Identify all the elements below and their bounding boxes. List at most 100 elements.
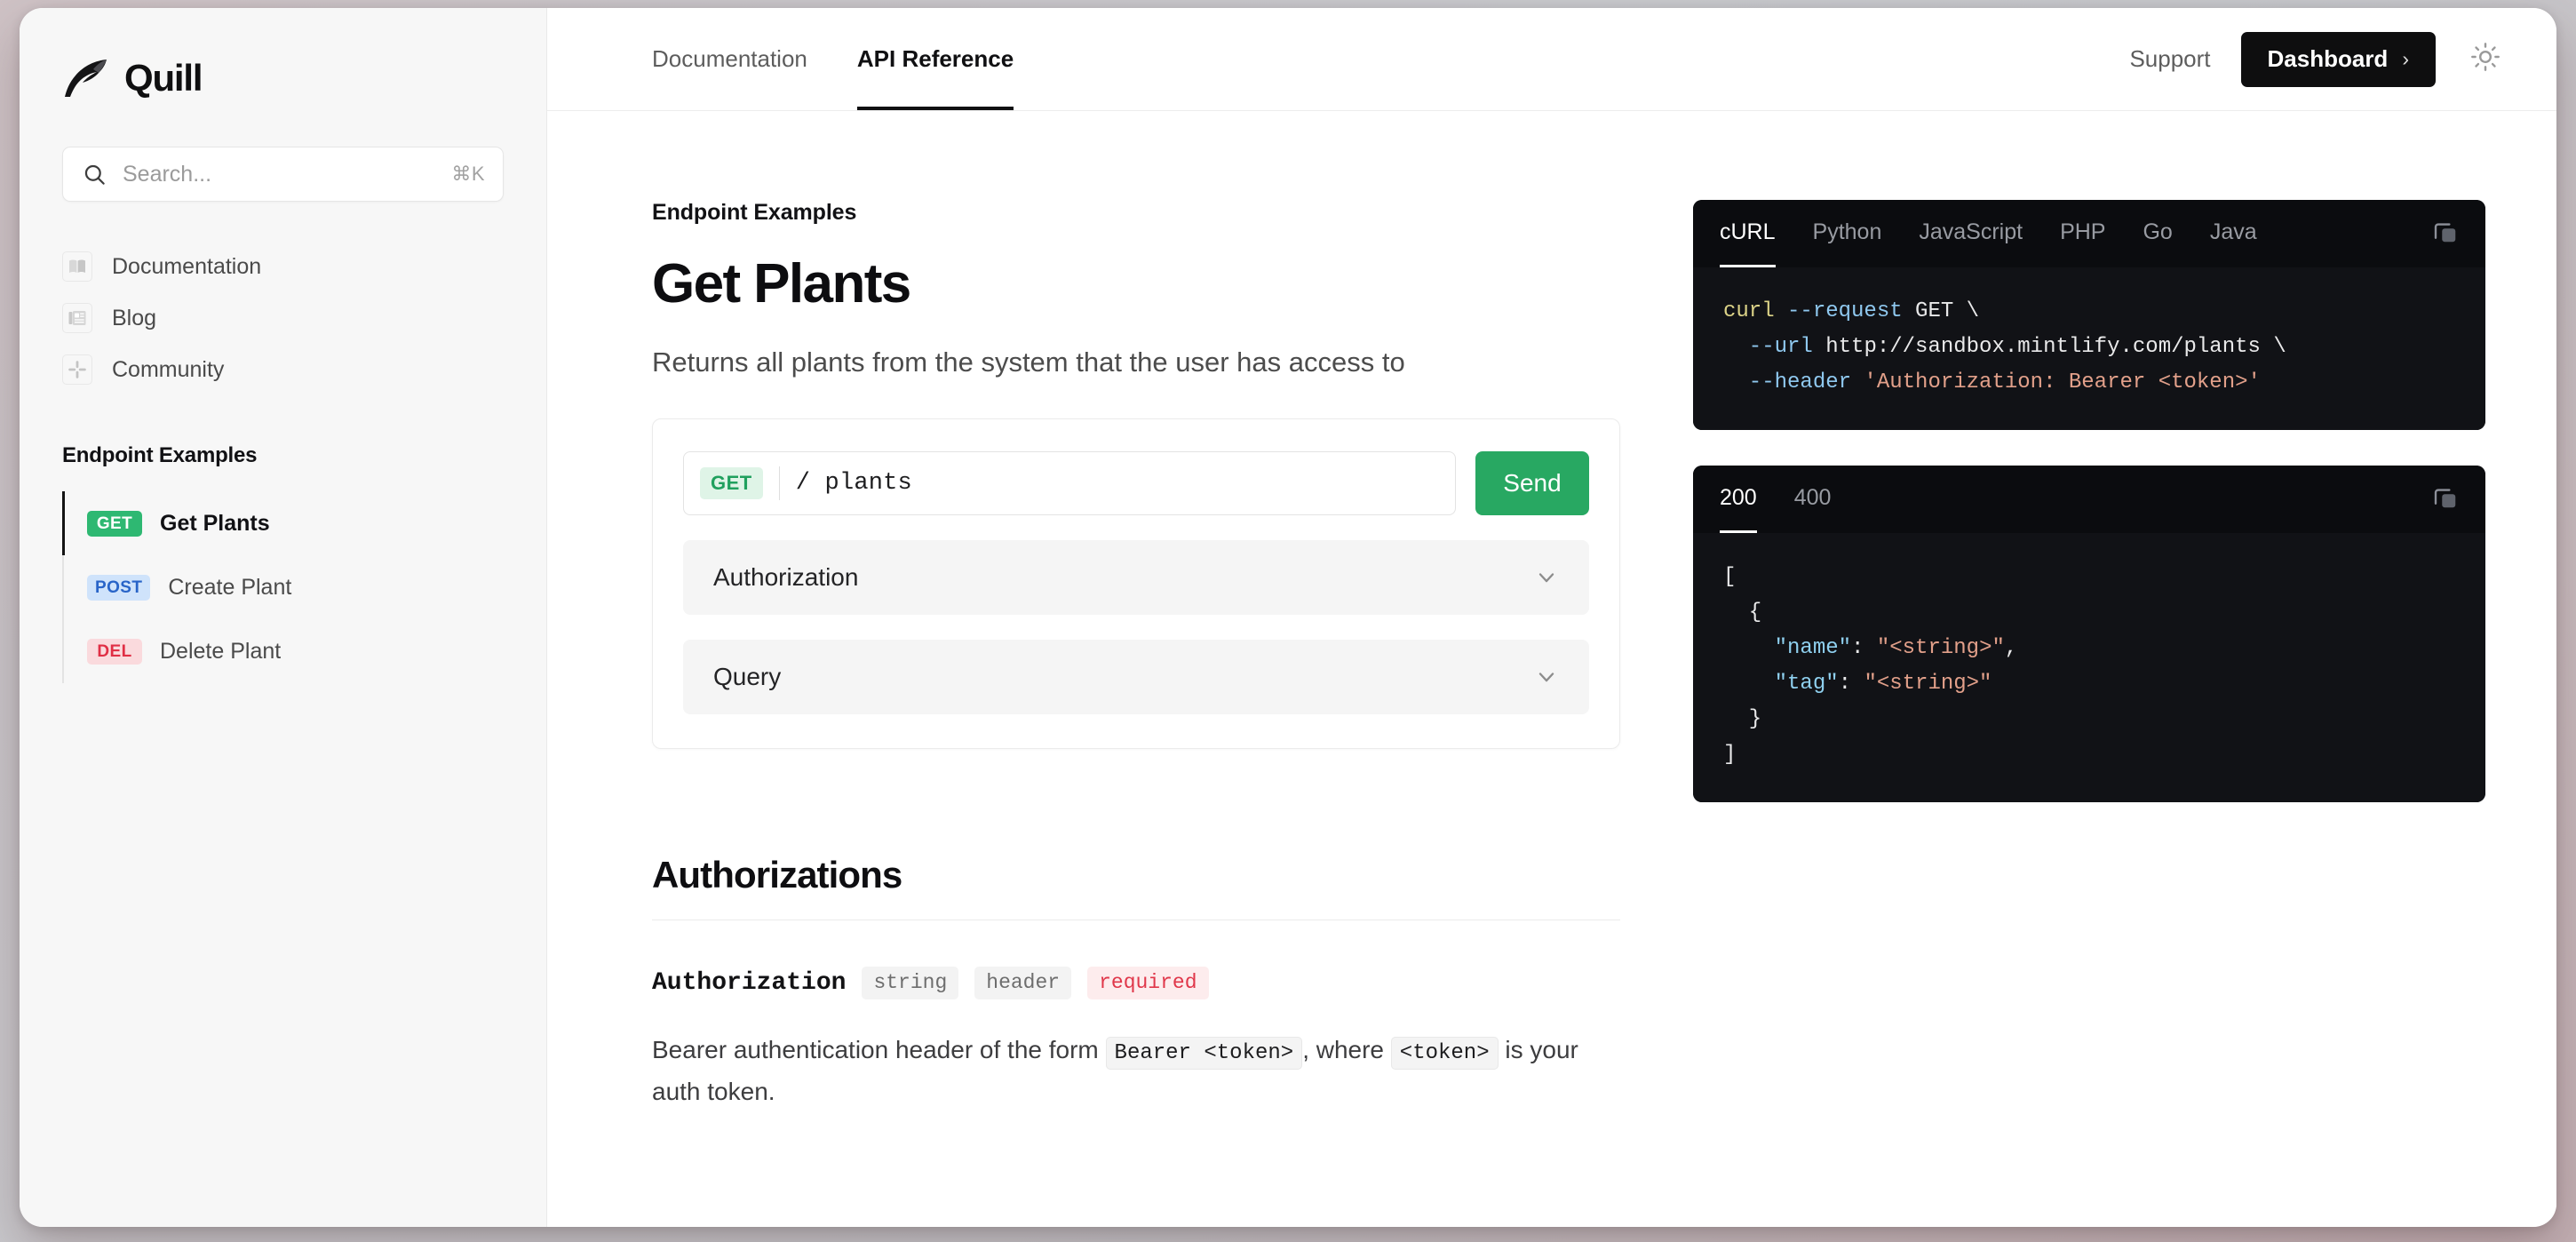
json-token-punct: [: [1723, 565, 1736, 589]
code-tab-label: cURL: [1720, 219, 1776, 245]
book-icon: [62, 251, 92, 282]
newspaper-icon: [62, 303, 92, 333]
top-tabs: Documentation API Reference: [652, 8, 1014, 110]
code-tab-label: Go: [2143, 219, 2172, 245]
sun-icon: [2470, 42, 2500, 76]
sidebar-item-label: Blog: [112, 306, 156, 331]
code-tab-php[interactable]: PHP: [2060, 200, 2105, 267]
json-token-punct: ,: [2005, 636, 2017, 660]
code-token-text: http://sandbox.mintlify.com/plants \: [1813, 335, 2286, 359]
response-tab-label: 400: [1794, 485, 1832, 511]
playground-method-badge: GET: [700, 467, 763, 499]
divider: [779, 466, 780, 500]
endpoint-label: Delete Plant: [160, 639, 281, 665]
response-status-tabs: 200 400: [1693, 466, 2485, 533]
accordion-query[interactable]: Query: [683, 640, 1589, 714]
param-location-badge: header: [974, 967, 1071, 999]
tab-label: API Reference: [857, 45, 1014, 73]
inline-code-token: <token>: [1391, 1037, 1499, 1070]
accordion-label: Query: [713, 663, 781, 691]
code-column: cURL Python JavaScript PHP Go Java: [1631, 111, 2556, 1227]
dashboard-button[interactable]: Dashboard ›: [2241, 32, 2436, 87]
json-token-key: "tag": [1723, 672, 1839, 696]
send-button[interactable]: Send: [1475, 451, 1589, 515]
search-shortcut-hint: ⌘K: [451, 163, 485, 186]
dashboard-button-label: Dashboard: [2268, 45, 2389, 73]
code-tab-javascript[interactable]: JavaScript: [1919, 200, 2023, 267]
chevron-down-icon: [1534, 665, 1559, 689]
brand-logo-area[interactable]: Quill: [20, 8, 546, 106]
endpoint-label: Create Plant: [168, 575, 291, 601]
quill-feather-icon: [62, 58, 112, 99]
parameter-description: Bearer authentication header of the form…: [652, 1030, 1620, 1111]
response-tab-200[interactable]: 200: [1720, 466, 1757, 533]
response-tab-label: 200: [1720, 485, 1757, 511]
sidebar-endpoint-create-plant[interactable]: POST Create Plant: [62, 555, 546, 619]
endpoint-label: Get Plants: [160, 511, 270, 537]
sidebar-endpoint-get-plants[interactable]: GET Get Plants: [62, 491, 546, 555]
endpoint-path: / plants: [796, 470, 912, 497]
slack-icon: [62, 354, 92, 385]
doc-column: Endpoint Examples Get Plants Returns all…: [547, 111, 1631, 1227]
support-link[interactable]: Support: [2129, 45, 2210, 73]
page-subtitle: Returns all plants from the system that …: [652, 344, 1631, 381]
tab-documentation[interactable]: Documentation: [652, 8, 807, 110]
page-title: Get Plants: [652, 252, 1631, 315]
copy-response-button[interactable]: [2432, 466, 2459, 533]
param-required-badge: required: [1087, 967, 1208, 999]
inline-code-bearer-token: Bearer <token>: [1106, 1037, 1303, 1070]
breadcrumb: Endpoint Examples: [652, 200, 1631, 226]
authorizations-section: Authorizations Authorization string head…: [652, 854, 1620, 1111]
copy-request-button[interactable]: [2432, 200, 2459, 267]
json-token-punct: :: [1839, 672, 1864, 696]
sidebar-endpoint-delete-plant[interactable]: DEL Delete Plant: [62, 619, 546, 683]
top-actions: Support Dashboard ›: [2129, 8, 2505, 110]
json-token-punct: :: [1851, 636, 1877, 660]
code-tab-java[interactable]: Java: [2210, 200, 2257, 267]
browser-window: Quill Search... ⌘K Documentation: [20, 8, 2556, 1227]
accordion-label: Authorization: [713, 563, 858, 592]
code-token-flag: --url: [1723, 335, 1813, 359]
json-token-key: "name": [1723, 636, 1851, 660]
request-code-body: curl --request GET \ --url http://sandbo…: [1693, 267, 2485, 430]
code-token-string: 'Authorization: Bearer <token>': [1851, 370, 2261, 394]
primary-nav: Documentation Blog: [20, 241, 546, 395]
search-icon: [83, 163, 107, 187]
tab-api-reference[interactable]: API Reference: [857, 8, 1014, 110]
json-token-value: "<string>": [1864, 672, 1992, 696]
parameter-header: Authorization string header required: [652, 967, 1620, 999]
code-tab-label: JavaScript: [1919, 219, 2023, 245]
sidebar-item-blog[interactable]: Blog: [62, 292, 504, 344]
copy-icon: [2432, 219, 2459, 250]
request-language-tabs: cURL Python JavaScript PHP Go Java: [1693, 200, 2485, 267]
desc-text-2: , where: [1302, 1036, 1384, 1063]
code-tab-python[interactable]: Python: [1813, 200, 1882, 267]
code-tab-label: Java: [2210, 219, 2257, 245]
method-badge: GET: [87, 511, 142, 537]
send-button-label: Send: [1503, 469, 1561, 498]
content-area: Endpoint Examples Get Plants Returns all…: [547, 111, 2556, 1227]
playground-request-row: GET / plants Send: [683, 451, 1589, 515]
request-code-panel: cURL Python JavaScript PHP Go Java: [1693, 200, 2485, 430]
sidebar: Quill Search... ⌘K Documentation: [20, 8, 547, 1227]
code-token-flag: --header: [1723, 370, 1851, 394]
json-token-value: "<string>": [1877, 636, 2005, 660]
sidebar-item-documentation[interactable]: Documentation: [62, 241, 504, 292]
code-tab-go[interactable]: Go: [2143, 200, 2172, 267]
json-token-punct: }: [1723, 707, 1761, 731]
accordion-authorization[interactable]: Authorization: [683, 540, 1589, 615]
sidebar-item-community[interactable]: Community: [62, 344, 504, 395]
code-token-flag: --request: [1775, 299, 1903, 323]
theme-toggle-button[interactable]: [2466, 40, 2505, 79]
chevron-right-icon: ›: [2402, 47, 2409, 71]
code-token-text: GET \: [1903, 299, 1979, 323]
response-tab-400[interactable]: 400: [1794, 466, 1832, 533]
tab-label: Documentation: [652, 45, 807, 73]
endpoint-url-field[interactable]: GET / plants: [683, 451, 1456, 515]
response-code-panel: 200 400 [ { "name": "<string>",: [1693, 466, 2485, 802]
main-area: Documentation API Reference Support Dash…: [547, 8, 2556, 1227]
search-input[interactable]: Search... ⌘K: [62, 147, 504, 202]
code-tab-curl[interactable]: cURL: [1720, 200, 1776, 267]
json-token-punct: {: [1723, 601, 1761, 625]
sidebar-group-title: Endpoint Examples: [62, 443, 504, 468]
